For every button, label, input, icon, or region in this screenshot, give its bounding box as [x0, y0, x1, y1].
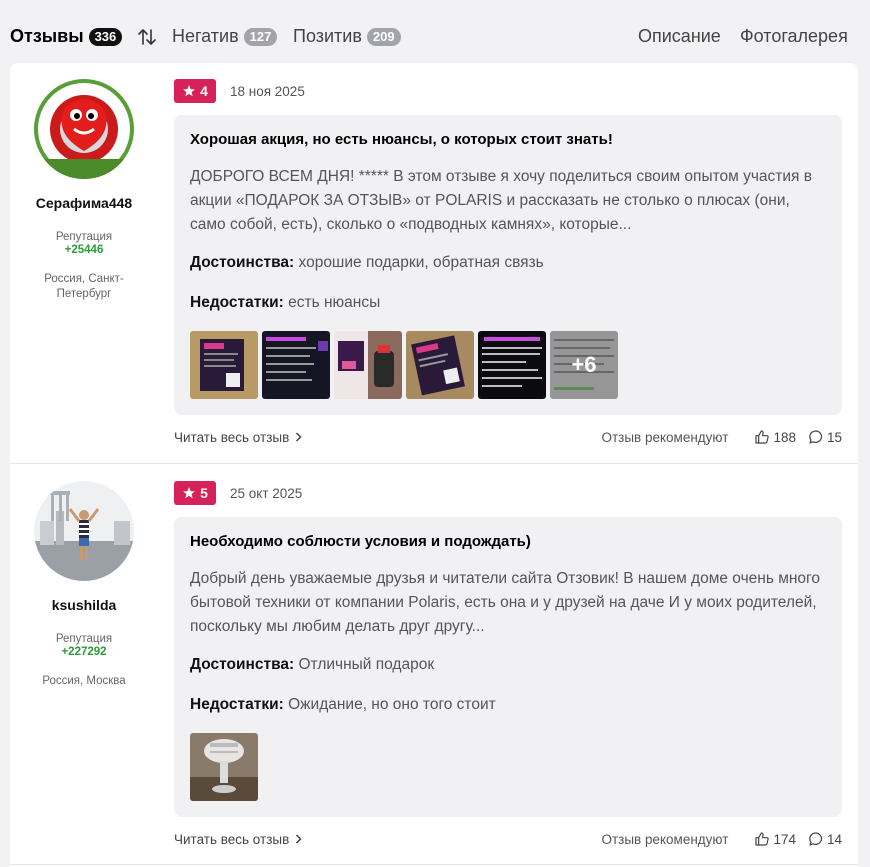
review-stats: Отзыв рекомендуют 174 14: [601, 831, 842, 847]
cons-text: Ожидание, но оно того стоит: [288, 696, 496, 713]
review-pros: Достоинства: Отличный подарок: [190, 653, 826, 677]
tab-gallery[interactable]: Фотогалерея: [740, 26, 848, 47]
reviews-feed: Серафима448 Репутация +25446 Россия, Сан…: [10, 63, 858, 867]
tab-reviews[interactable]: Отзывы 336: [10, 26, 123, 47]
reputation-label: Репутация: [55, 633, 113, 645]
review-cons: Недостатки: Ожидание, но оно того стоит: [190, 693, 826, 717]
review-footer: Читать весь отзыв Отзыв рекомендуют 188 …: [174, 427, 842, 447]
review-photo[interactable]: [478, 331, 546, 399]
author-name[interactable]: ksushilda: [10, 597, 158, 613]
tab-description[interactable]: Описание: [638, 26, 721, 47]
pros-text: хорошие подарки, обратная связь: [298, 254, 544, 271]
review-title[interactable]: Хорошая акция, но есть нюансы, о которых…: [190, 131, 826, 148]
review-photo[interactable]: [406, 331, 474, 399]
read-more-link[interactable]: Читать весь отзыв: [174, 832, 302, 847]
review-photo-more[interactable]: +6: [550, 331, 618, 399]
tab-positive-count: 209: [366, 27, 401, 46]
comment-icon: [809, 832, 823, 846]
cons-label: Недостатки:: [190, 294, 284, 311]
tab-positive[interactable]: Позитив 209: [293, 26, 401, 47]
review-title[interactable]: Необходимо соблюсти условия и подождать): [190, 533, 826, 550]
thumbs-up-icon: [755, 832, 770, 846]
review-photos: [190, 733, 826, 801]
tab-negative-count: 127: [243, 27, 278, 46]
comment-icon: [809, 430, 823, 444]
recommend-label: Отзыв рекомендуют: [601, 429, 729, 445]
review-meta: 4 18 ноя 2025: [174, 79, 842, 103]
read-more-link[interactable]: Читать весь отзыв: [174, 430, 302, 445]
more-photos-count: +6: [550, 331, 618, 399]
chevron-right-icon: [296, 432, 302, 442]
thumbs-up-icon: [755, 430, 770, 444]
like-button[interactable]: 174: [754, 831, 796, 847]
review-photo[interactable]: [334, 331, 402, 399]
rating-badge: 4: [174, 79, 216, 103]
likes-count: 188: [773, 429, 796, 445]
review-author: Серафима448 Репутация +25446 Россия, Сан…: [10, 79, 158, 302]
cons-label: Недостатки:: [190, 696, 284, 713]
chevron-right-icon: [296, 834, 302, 844]
author-name[interactable]: Серафима448: [10, 195, 158, 211]
review-divider: [10, 463, 858, 464]
reputation-label: Репутация: [55, 231, 113, 243]
comments-button[interactable]: 15: [808, 429, 842, 445]
review: 4 18 ноя 2025 Хорошая акция, но есть нюа…: [174, 79, 842, 447]
author-location: Россия, Санкт-Петербург: [44, 273, 124, 300]
tab-reviews-count: 336: [88, 27, 123, 46]
reputation-value: +227292: [61, 646, 107, 658]
review-photos: +6: [190, 331, 826, 399]
review-footer: Читать весь отзыв Отзыв рекомендуют 174 …: [174, 829, 842, 849]
review: 5 25 окт 2025 Необходимо соблюсти услови…: [174, 481, 842, 849]
review-stats: Отзыв рекомендуют 188 15: [601, 429, 842, 445]
review-tabs: Отзывы 336 Негатив 127 Позитив 209 Описа…: [0, 0, 870, 64]
pros-text: Отличный подарок: [298, 656, 435, 673]
review-divider: [10, 864, 858, 865]
rating-value: 5: [200, 485, 208, 501]
comments-count: 15: [826, 429, 842, 445]
review-date: 18 ноя 2025: [230, 83, 305, 99]
review-pros: Достоинства: хорошие подарки, обратная с…: [190, 251, 826, 275]
review-meta: 5 25 окт 2025: [174, 481, 842, 505]
likes-count: 174: [773, 831, 796, 847]
recommend-label: Отзыв рекомендуют: [601, 831, 729, 847]
author-location: Россия, Москва: [42, 675, 126, 687]
review-author: ksushilda Репутация +227292 Россия, Моск…: [10, 481, 158, 689]
comments-count: 14: [826, 831, 842, 847]
tab-positive-label: Позитив: [293, 26, 362, 46]
review-text: Добрый день уважаемые друзья и читатели …: [190, 570, 820, 635]
like-button[interactable]: 188: [754, 429, 796, 445]
tab-negative[interactable]: Негатив 127: [172, 26, 278, 47]
star-icon: [183, 85, 195, 97]
rating-badge: 5: [174, 481, 216, 505]
tab-negative-label: Негатив: [172, 26, 239, 46]
pros-label: Достоинства:: [190, 254, 295, 271]
tab-description-label: Описание: [638, 26, 721, 46]
review-card[interactable]: Необходимо соблюсти условия и подождать)…: [174, 517, 842, 817]
tab-reviews-label: Отзывы: [10, 26, 84, 46]
review-cons: Недостатки: есть нюансы: [190, 291, 826, 315]
rating-value: 4: [200, 83, 208, 99]
read-more-label: Читать весь отзыв: [174, 831, 290, 847]
review-date: 25 окт 2025: [230, 485, 303, 501]
review-card[interactable]: Хорошая акция, но есть нюансы, о которых…: [174, 115, 842, 415]
avatar[interactable]: [34, 481, 134, 581]
review-photo[interactable]: [190, 733, 258, 801]
tab-gallery-label: Фотогалерея: [740, 26, 848, 46]
comments-button[interactable]: 14: [808, 831, 842, 847]
read-more-label: Читать весь отзыв: [174, 429, 290, 445]
sort-icon[interactable]: [137, 27, 157, 47]
cons-text: есть нюансы: [288, 294, 381, 311]
review-text: ДОБРОГО ВСЕМ ДНЯ! ***** В этом отзыве я …: [190, 168, 812, 233]
pros-label: Достоинства:: [190, 656, 295, 673]
star-icon: [183, 487, 195, 499]
reputation-value: +25446: [64, 244, 104, 256]
review-photo[interactable]: [262, 331, 330, 399]
avatar[interactable]: [34, 79, 134, 179]
review-photo[interactable]: [190, 331, 258, 399]
